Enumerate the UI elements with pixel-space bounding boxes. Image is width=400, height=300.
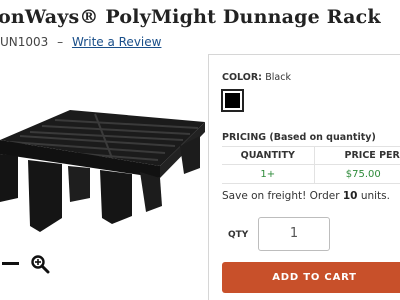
magnifier-icon[interactable]: [30, 254, 50, 274]
write-review-link[interactable]: Write a Review: [72, 35, 161, 49]
product-image: [0, 110, 205, 232]
color-label-text: COLOR:: [222, 72, 262, 83]
qty-label: QTY: [228, 230, 249, 240]
minus-icon[interactable]: [2, 262, 19, 265]
add-to-cart-button[interactable]: ADD TO CART: [222, 262, 400, 293]
price-header: PRICE PER U: [314, 146, 400, 165]
color-swatch-black[interactable]: [221, 89, 244, 112]
table-row: 1+ $75.00: [222, 164, 400, 184]
separator: –: [57, 35, 64, 49]
pricing-header-row: QUANTITY PRICE PER U: [222, 146, 400, 165]
color-label: COLOR: Black: [222, 72, 291, 83]
sku-number: UN1003: [0, 35, 49, 49]
freight-suffix: units.: [357, 190, 390, 202]
quantity-input[interactable]: 1: [258, 217, 330, 251]
quantity-cell: 1+: [222, 164, 315, 184]
quantity-header: QUANTITY: [222, 146, 315, 165]
pricing-table: QUANTITY PRICE PER U 1+ $75.00: [222, 146, 400, 184]
price-cell: $75.00: [314, 164, 400, 184]
color-value: Black: [265, 72, 291, 83]
pricing-label: PRICING (Based on quantity): [222, 132, 376, 143]
sku-line: UN1003 – Write a Review: [0, 35, 161, 49]
freight-units: 10: [342, 190, 358, 202]
freight-prefix: Save on freight! Order: [222, 190, 343, 202]
product-title: onWays® PolyMight Dunnage Rack: [0, 6, 381, 28]
freight-message: Save on freight! Order 10 units.: [222, 190, 390, 202]
image-controls: [0, 254, 60, 274]
swatch-fill: [225, 93, 240, 108]
